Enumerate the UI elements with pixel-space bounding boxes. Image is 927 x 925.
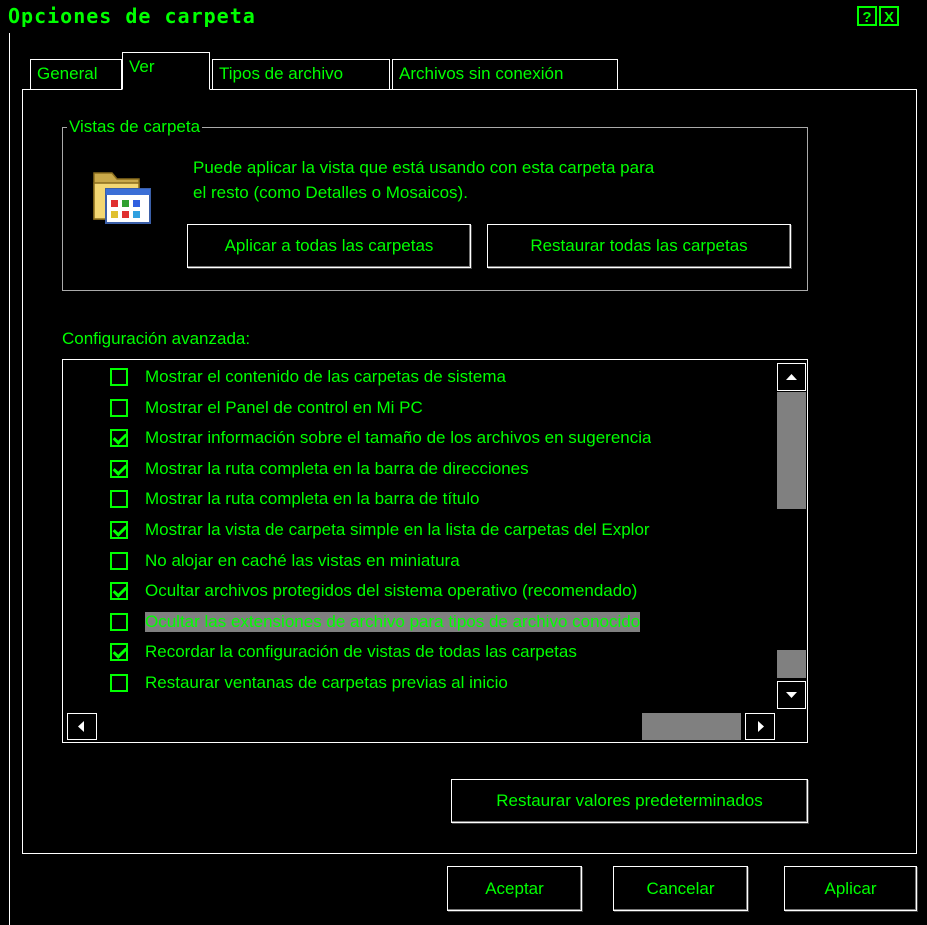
tab-ver-label: Ver: [129, 57, 155, 76]
checkbox[interactable]: [110, 643, 128, 662]
checkbox[interactable]: [110, 459, 128, 478]
folder-views-description: Puede aplicar la vista que está usando c…: [193, 155, 654, 205]
list-item-label: Ocultar archivos protegidos del sistema …: [145, 581, 638, 601]
list-item-label: Restaurar ventanas de carpetas previas a…: [145, 673, 508, 692]
tab-general-label: General: [37, 64, 98, 83]
close-button[interactable]: X: [879, 6, 899, 26]
scroll-left-button[interactable]: [67, 713, 97, 740]
horizontal-scrollbar[interactable]: [64, 711, 776, 742]
vertical-scroll-thumb[interactable]: [777, 392, 806, 509]
apply-to-all-folders-button[interactable]: Aplicar a todas las carpetas: [187, 224, 471, 268]
arrow-left-icon: [78, 721, 84, 732]
tab-archivos-sin-conexion[interactable]: Archivos sin conexión: [392, 59, 618, 89]
checkbox[interactable]: [110, 368, 128, 386]
list-item[interactable]: Recordar la configuración de vistas de t…: [110, 637, 775, 667]
checkbox[interactable]: [110, 612, 128, 631]
list-item[interactable]: Mostrar información sobre el tamaño de l…: [110, 423, 775, 453]
window-frame: [9, 33, 10, 925]
list-item[interactable]: Mostrar la ruta completa en la barra de …: [110, 484, 775, 514]
tab-general[interactable]: General: [30, 59, 122, 89]
list-item-label: Mostrar la ruta completa en la barra de …: [145, 458, 529, 478]
vertical-scrollbar[interactable]: [776, 361, 807, 711]
folder-icon: [92, 165, 152, 225]
tab-ver[interactable]: Ver: [122, 52, 210, 90]
scroll-down-button[interactable]: [777, 681, 806, 709]
list-item[interactable]: Mostrar la ruta completa en la barra de …: [110, 454, 775, 484]
checkbox[interactable]: [110, 521, 128, 539]
checkbox[interactable]: [110, 551, 128, 570]
list-item-label: Mostrar el Panel de control en Mi PC: [145, 397, 423, 417]
list-item[interactable]: Mostrar el contenido de las carpetas de …: [110, 362, 775, 392]
description-line-1: Puede aplicar la vista que está usando c…: [193, 158, 655, 177]
list-item-label: Mostrar la vista de carpeta simple en la…: [145, 520, 650, 539]
list-item[interactable]: Ocultar archivos protegidos del sistema …: [110, 576, 775, 606]
restore-all-folders-button[interactable]: Restaurar todas las carpetas: [487, 224, 791, 268]
checkbox[interactable]: [110, 398, 128, 417]
checkbox[interactable]: [110, 582, 128, 601]
help-button[interactable]: ?: [857, 6, 877, 26]
list-item[interactable]: Mostrar el Panel de control en Mi PC: [110, 393, 775, 423]
list-item-label: Mostrar la ruta completa en la barra de …: [145, 489, 480, 509]
list-item[interactable]: Mostrar la vista de carpeta simple en la…: [110, 515, 775, 545]
scroll-right-button[interactable]: [745, 713, 775, 740]
list-item[interactable]: Restaurar ventanas de carpetas previas a…: [110, 668, 775, 698]
list-item[interactable]: Ocultar las extensiones de archivo para …: [110, 607, 775, 637]
list-item[interactable]: No alojar en caché las vistas en miniatu…: [110, 546, 775, 576]
window-title: Opciones de carpeta: [8, 4, 256, 28]
arrow-down-icon: [786, 692, 797, 698]
horizontal-scroll-thumb[interactable]: [642, 713, 741, 740]
list-item-label: No alojar en caché las vistas en miniatu…: [145, 550, 460, 570]
tab-offline-label: Archivos sin conexión: [399, 64, 564, 83]
checkbox[interactable]: [110, 674, 128, 692]
arrow-right-icon: [758, 721, 764, 732]
checkbox[interactable]: [110, 490, 128, 509]
vertical-scroll-track-mark: [777, 650, 806, 678]
tab-tipos-de-archivo[interactable]: Tipos de archivo: [212, 59, 390, 89]
tab-tipos-label: Tipos de archivo: [219, 64, 344, 83]
list-item-label: Recordar la configuración de vistas de t…: [145, 642, 577, 662]
scroll-up-button[interactable]: [777, 363, 806, 391]
list-item-label: Ocultar las extensiones de archivo para …: [145, 611, 641, 632]
advanced-settings-list[interactable]: Mostrar el contenido de las carpetas de …: [62, 359, 808, 743]
list-item-label: Mostrar el contenido de las carpetas de …: [145, 367, 506, 386]
checkbox[interactable]: [110, 429, 128, 448]
restore-defaults-button[interactable]: Restaurar valores predeterminados: [451, 779, 808, 823]
ok-button[interactable]: Aceptar: [447, 866, 582, 911]
arrow-up-icon: [786, 374, 797, 380]
advanced-settings-label: Configuración avanzada:: [62, 329, 251, 348]
description-line-2: el resto (como Detalles o Mosaicos).: [193, 183, 468, 202]
apply-button[interactable]: Aplicar: [784, 866, 917, 911]
folder-views-title: Vistas de carpeta: [67, 117, 203, 137]
list-item-label: Mostrar información sobre el tamaño de l…: [145, 428, 652, 448]
cancel-button[interactable]: Cancelar: [613, 866, 748, 911]
